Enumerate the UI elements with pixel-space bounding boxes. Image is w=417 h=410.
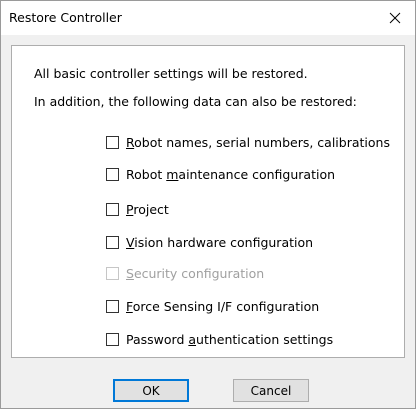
checkbox-label: Robot maintenance configuration xyxy=(126,166,336,182)
checkbox-label: Vision hardware configuration xyxy=(126,234,314,250)
restore-controller-dialog: Restore Controller All basic controller … xyxy=(0,0,416,409)
checkbox-vision-hardware[interactable]: Vision hardware configuration xyxy=(106,234,313,250)
checkbox-label: Project xyxy=(126,201,169,217)
checkbox-project[interactable]: Project xyxy=(106,201,169,217)
checkbox-robot-maintenance[interactable]: Robot maintenance configuration xyxy=(106,166,335,182)
checkbox-box[interactable] xyxy=(106,135,119,149)
checkbox-label: Security configuration xyxy=(126,265,265,281)
checkbox-robot-names[interactable]: Robot names, serial numbers, calibration… xyxy=(106,134,390,150)
checkbox-password-authentication[interactable]: Password authentication settings xyxy=(106,331,333,347)
checkbox-force-sensing[interactable]: Force Sensing I/F configuration xyxy=(106,298,319,314)
title-bar: Restore Controller xyxy=(1,1,415,35)
close-button[interactable] xyxy=(375,1,415,35)
dialog-title: Restore Controller xyxy=(9,10,122,25)
ok-button[interactable]: OK xyxy=(113,379,189,402)
options-panel: All basic controller settings will be re… xyxy=(11,45,405,358)
checkbox-security-configuration: Security configuration xyxy=(106,265,264,281)
checkbox-box xyxy=(106,266,119,280)
checkbox-box[interactable] xyxy=(106,235,119,249)
close-icon xyxy=(389,12,401,24)
checkbox-label: Password authentication settings xyxy=(126,331,334,347)
intro-text-additional: In addition, the following data can also… xyxy=(34,94,357,109)
checkbox-box[interactable] xyxy=(106,299,119,313)
checkbox-box[interactable] xyxy=(106,202,119,216)
checkbox-label: Force Sensing I/F configuration xyxy=(126,298,320,314)
cancel-button[interactable]: Cancel xyxy=(233,379,309,402)
checkbox-box[interactable] xyxy=(106,167,119,181)
checkbox-box[interactable] xyxy=(106,332,119,346)
intro-text-basic: All basic controller settings will be re… xyxy=(34,66,308,81)
checkbox-label: Robot names, serial numbers, calibration… xyxy=(126,134,390,150)
